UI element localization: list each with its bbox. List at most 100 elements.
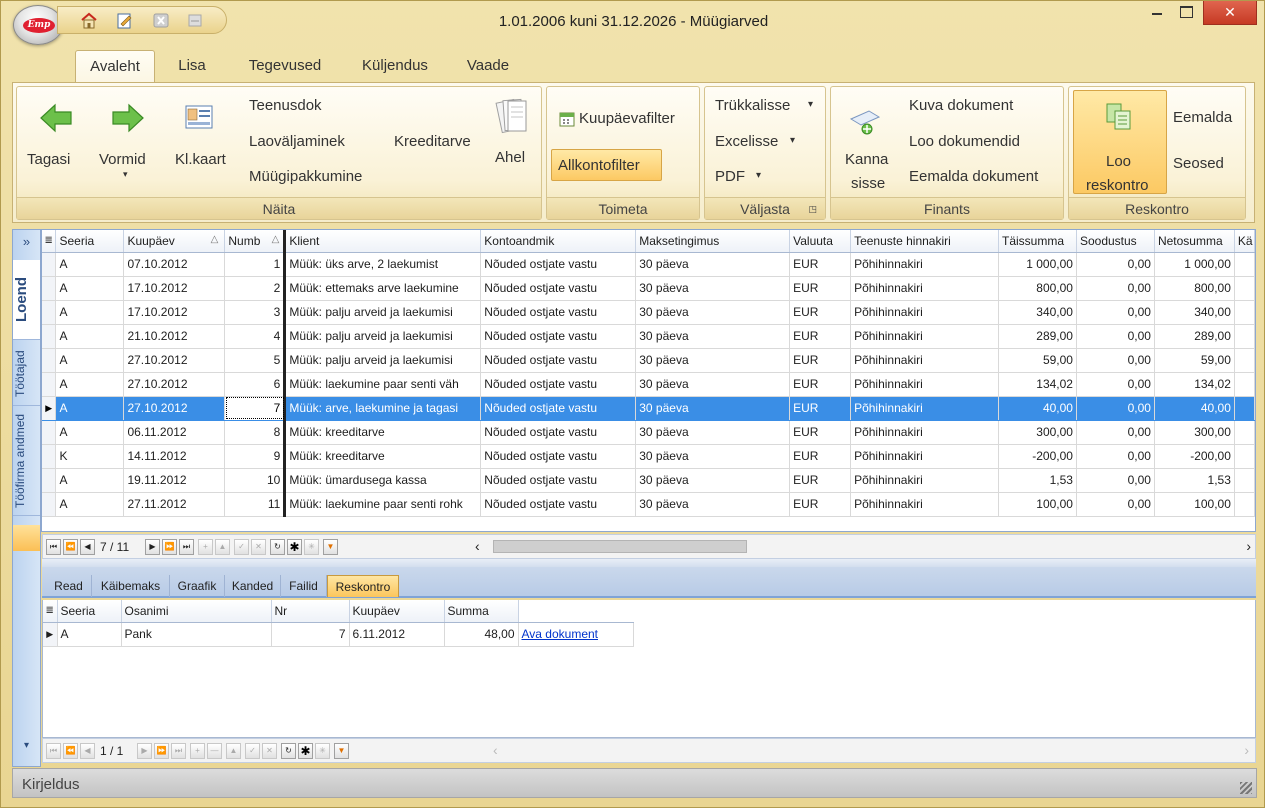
next-page-button[interactable]: ⏩: [154, 743, 169, 759]
open-document-link-cell[interactable]: Ava dokument: [518, 622, 634, 647]
cell-klient[interactable]: Müük: palju arveid ja laekumisi: [283, 348, 482, 373]
cell-kuupäev[interactable]: 14.11.2012: [123, 444, 226, 469]
cell-soodustus[interactable]: 0,00: [1076, 396, 1155, 421]
cell-kuupäev[interactable]: 19.11.2012: [123, 468, 226, 493]
col-number[interactable]: Numb △: [224, 230, 286, 253]
cell-osanimi[interactable]: Pank: [121, 622, 272, 647]
table-row[interactable]: A 21.10.2012 4 Müük: palju arveid ja laekum…: [42, 324, 1255, 349]
cell-maksetingimus[interactable]: 30 päeva: [635, 492, 791, 517]
add-record-button[interactable]: +: [190, 743, 205, 759]
date-filter-button[interactable]: Kuupäevafilter: [557, 107, 697, 133]
cell-klient[interactable]: Müük: palju arveid ja laekumisi: [283, 324, 482, 349]
remove-record-button[interactable]: —: [207, 743, 222, 759]
cell-seeria[interactable]: A: [55, 324, 125, 349]
cell-valuuta[interactable]: EUR: [789, 396, 852, 421]
row-indicator[interactable]: [42, 372, 57, 397]
scroll-right-icon[interactable]: ›: [1244, 742, 1249, 758]
cell-numb[interactable]: 4: [224, 324, 286, 349]
cell-valuuta[interactable]: EUR: [789, 276, 852, 301]
last-record-button[interactable]: ⏭: [171, 743, 186, 759]
table-row[interactable]: ▶ A 27.10.2012 7 Müük: arve, laekumine ja ta…: [42, 396, 1255, 421]
refresh-button[interactable]: ↻: [270, 539, 285, 555]
cell-valuuta[interactable]: EUR: [789, 420, 852, 445]
cell-teenuste-hinnakiri[interactable]: Põhihinnakiri: [850, 468, 999, 493]
cell-numb[interactable]: 6: [224, 372, 286, 397]
client-card-button[interactable]: Kl.kaart: [175, 99, 233, 199]
goto-bookmark-button[interactable]: ✳: [304, 539, 319, 555]
cell-soodustus[interactable]: 0,00: [1076, 468, 1155, 493]
print-button[interactable]: Trükkalisse: [715, 97, 790, 114]
cell-netosumma[interactable]: 300,00: [1154, 420, 1235, 445]
move-up-button[interactable]: ▲: [226, 743, 241, 759]
cell-soodustus[interactable]: 0,00: [1076, 348, 1155, 373]
cell-seeria[interactable]: A: [55, 300, 125, 325]
next-record-button[interactable]: ▶: [137, 743, 152, 759]
cell-klient[interactable]: Müük: arve, laekumine ja tagasi: [283, 396, 482, 421]
cell-teenuste-hinnakiri[interactable]: Põhihinnakiri: [850, 492, 999, 517]
cell-teenuste-hinnakiri[interactable]: Põhihinnakiri: [850, 372, 999, 397]
credit-invoice-button[interactable]: Kreeditarve: [394, 133, 471, 150]
tab-kanded[interactable]: Kanded: [225, 575, 281, 597]
cell-netosumma[interactable]: 289,00: [1154, 324, 1235, 349]
cell-seeria[interactable]: A: [55, 396, 125, 421]
goto-bookmark-button[interactable]: ✳: [315, 743, 330, 759]
cell-maksetingimus[interactable]: 30 päeva: [635, 396, 791, 421]
cell-numb[interactable]: 11: [224, 492, 286, 517]
first-record-button[interactable]: ⏮: [46, 539, 61, 555]
cell-numb[interactable]: 10: [224, 468, 286, 493]
bookmark-button[interactable]: ✱: [298, 743, 313, 759]
close-button[interactable]: ✕: [1203, 1, 1257, 25]
cell-klient[interactable]: Müük: kreeditarve: [283, 420, 482, 445]
table-row[interactable]: A 07.10.2012 1 Müük: üks arve, 2 laekumist N…: [42, 252, 1255, 277]
cell-seeria[interactable]: A: [55, 468, 125, 493]
cell-kuupäev[interactable]: 17.10.2012: [123, 276, 226, 301]
cell-kuupäev[interactable]: 17.10.2012: [123, 300, 226, 325]
scroll-thumb[interactable]: [493, 540, 747, 553]
col-summa[interactable]: Summa: [444, 600, 519, 623]
col-taissumma[interactable]: Täissumma: [998, 230, 1077, 253]
cell-valuuta[interactable]: EUR: [789, 348, 852, 373]
show-document-button[interactable]: Kuva dokument: [909, 97, 1013, 114]
cell-soodustus[interactable]: 0,00: [1076, 276, 1155, 301]
col-seeria[interactable]: Seeria: [55, 230, 125, 253]
confirm-button[interactable]: ✓: [234, 539, 249, 555]
cell-teenuste-hinnakiri[interactable]: Põhihinnakiri: [850, 396, 999, 421]
cell-kuupäev[interactable]: 27.11.2012: [123, 492, 226, 517]
table-row[interactable]: A 17.10.2012 3 Müük: palju arveid ja laekum…: [42, 300, 1255, 325]
create-ledger-button[interactable]: Loo reskontro: [1073, 90, 1167, 194]
cell-kontoandmik[interactable]: Nõuded ostjate vastu: [480, 444, 637, 469]
cell-seeria[interactable]: A: [55, 492, 125, 517]
cell-soodustus[interactable]: 0,00: [1076, 372, 1155, 397]
cell-netosumma[interactable]: 800,00: [1154, 276, 1235, 301]
table-row[interactable]: A 27.10.2012 6 Müük: laekumine paar senti v…: [42, 372, 1255, 397]
cell-valuuta[interactable]: EUR: [789, 468, 852, 493]
col-kuupaev[interactable]: Kuupäev △: [123, 230, 226, 253]
cell-valuuta[interactable]: EUR: [789, 372, 852, 397]
row-indicator[interactable]: [42, 324, 57, 349]
tab-graafik[interactable]: Graafik: [170, 575, 225, 597]
cell-soodustus[interactable]: 0,00: [1076, 252, 1155, 277]
cell-kontoandmik[interactable]: Nõuded ostjate vastu: [480, 324, 637, 349]
cell-netosumma[interactable]: -200,00: [1154, 444, 1235, 469]
cell-kuupäev[interactable]: 27.10.2012: [123, 396, 226, 421]
cell-klient[interactable]: Müük: ümardusega kassa: [283, 468, 482, 493]
tab-kuljendus[interactable]: Küljendus: [350, 50, 440, 83]
row-indicator[interactable]: ▶: [43, 622, 58, 647]
table-row[interactable]: ▶ A Pank 7 6.11.2012 48,00 Ava dokument: [43, 622, 634, 647]
cell-numb[interactable]: 8: [224, 420, 286, 445]
prev-record-button[interactable]: ◀: [80, 743, 95, 759]
col-osanimi[interactable]: Osanimi: [121, 600, 272, 623]
row-indicator[interactable]: [42, 348, 57, 373]
bookmark-button[interactable]: ✱: [287, 539, 302, 555]
cell-kontoandmik[interactable]: Nõuded ostjate vastu: [480, 300, 637, 325]
col-kuupaev[interactable]: Kuupäev: [349, 600, 445, 623]
row-indicator[interactable]: [42, 492, 57, 517]
cell-valuuta[interactable]: EUR: [789, 324, 852, 349]
row-indicator[interactable]: [42, 420, 57, 445]
cell-netosumma[interactable]: 40,00: [1154, 396, 1235, 421]
cell-seeria[interactable]: A: [55, 276, 125, 301]
cell-kontoandmik[interactable]: Nõuded ostjate vastu: [480, 492, 637, 517]
remove-ledger-button[interactable]: Eemalda: [1173, 109, 1232, 126]
sales-pack-button[interactable]: Müügipakkumine: [249, 168, 362, 185]
cell-soodustus[interactable]: 0,00: [1076, 300, 1155, 325]
